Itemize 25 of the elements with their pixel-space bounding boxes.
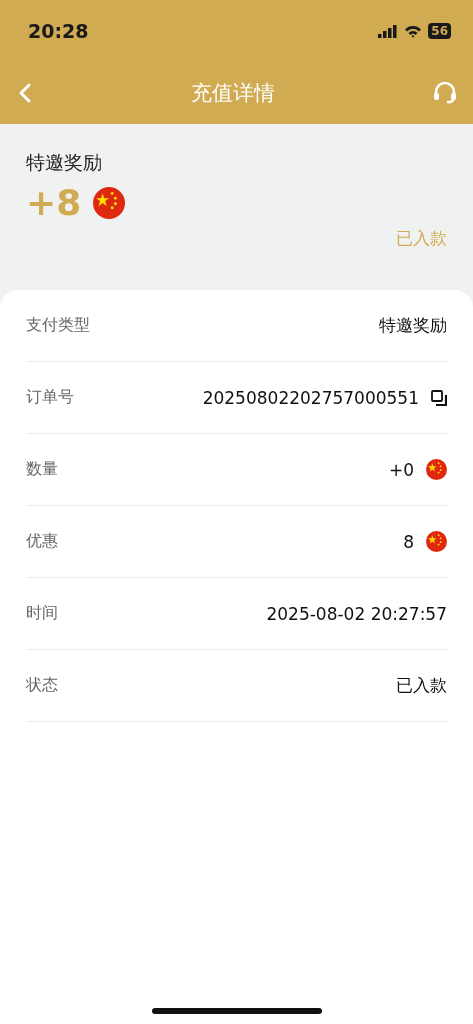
detail-label: 时间: [26, 603, 58, 624]
detail-value: +0: [388, 459, 414, 480]
flag-icon: [426, 459, 447, 480]
detail-label: 数量: [26, 459, 58, 480]
detail-value: 20250802202757000551: [202, 387, 419, 408]
status-time: 20:28: [28, 20, 89, 42]
copy-icon[interactable]: [431, 389, 447, 406]
detail-value: 特邀奖励: [379, 314, 447, 337]
detail-label: 优惠: [26, 531, 58, 552]
detail-label: 状态: [26, 675, 58, 696]
detail-label: 订单号: [26, 387, 74, 408]
flag-icon: [426, 531, 447, 552]
headset-icon[interactable]: [431, 80, 459, 106]
battery-level: 56: [428, 23, 451, 39]
reward-amount: +8: [26, 182, 82, 223]
signal-icon: [378, 24, 399, 38]
reward-type: 特邀奖励: [26, 150, 103, 175]
deposit-status: 已入款: [396, 227, 447, 250]
page-title: 充值详情: [190, 80, 275, 107]
detail-label: 支付类型: [26, 315, 90, 336]
detail-value: 2025-08-02 20:27:57: [266, 603, 447, 624]
wifi-icon: [404, 24, 423, 38]
detail-value: 已入款: [396, 674, 447, 697]
detail-value: 8: [403, 531, 414, 552]
flag-icon: [93, 186, 126, 219]
